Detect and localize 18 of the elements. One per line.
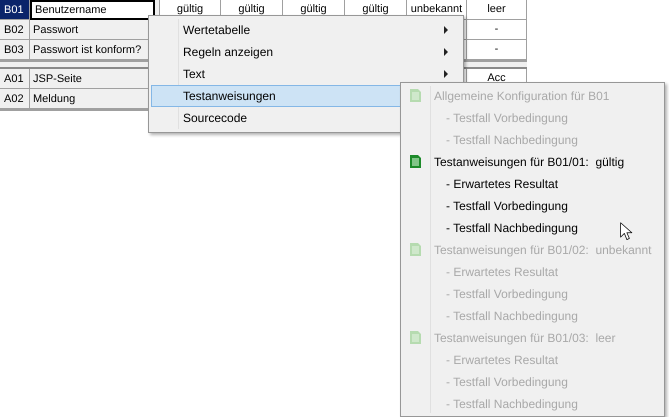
submenu-item[interactable]: - Testfall Nachbedingung — [401, 217, 664, 239]
row-code-cell[interactable]: B01 — [0, 0, 30, 20]
document-icon — [410, 155, 421, 168]
row-code-cell[interactable]: A01 — [0, 69, 30, 89]
row-code-cell[interactable]: A02 — [0, 89, 30, 109]
value-cell[interactable]: - — [467, 20, 527, 40]
row-name-cell[interactable]: Benutzername — [30, 0, 155, 20]
document-icon — [410, 243, 421, 256]
row-code-cell[interactable]: B02 — [0, 20, 30, 40]
document-icon — [410, 331, 421, 344]
value-cell[interactable]: - — [467, 40, 527, 60]
mouse-pointer-icon — [620, 221, 635, 242]
submenu-item[interactable]: Testanweisungen für B01/01: gültig — [401, 151, 664, 173]
submenu-item[interactable]: - Testfall Vorbedingung — [401, 195, 664, 217]
submenu-item[interactable]: - Erwartetes Resultat — [401, 173, 664, 195]
value-cell[interactable]: leer — [467, 0, 527, 20]
row-code-cell[interactable]: B03 — [0, 40, 30, 60]
document-icon — [410, 89, 421, 102]
